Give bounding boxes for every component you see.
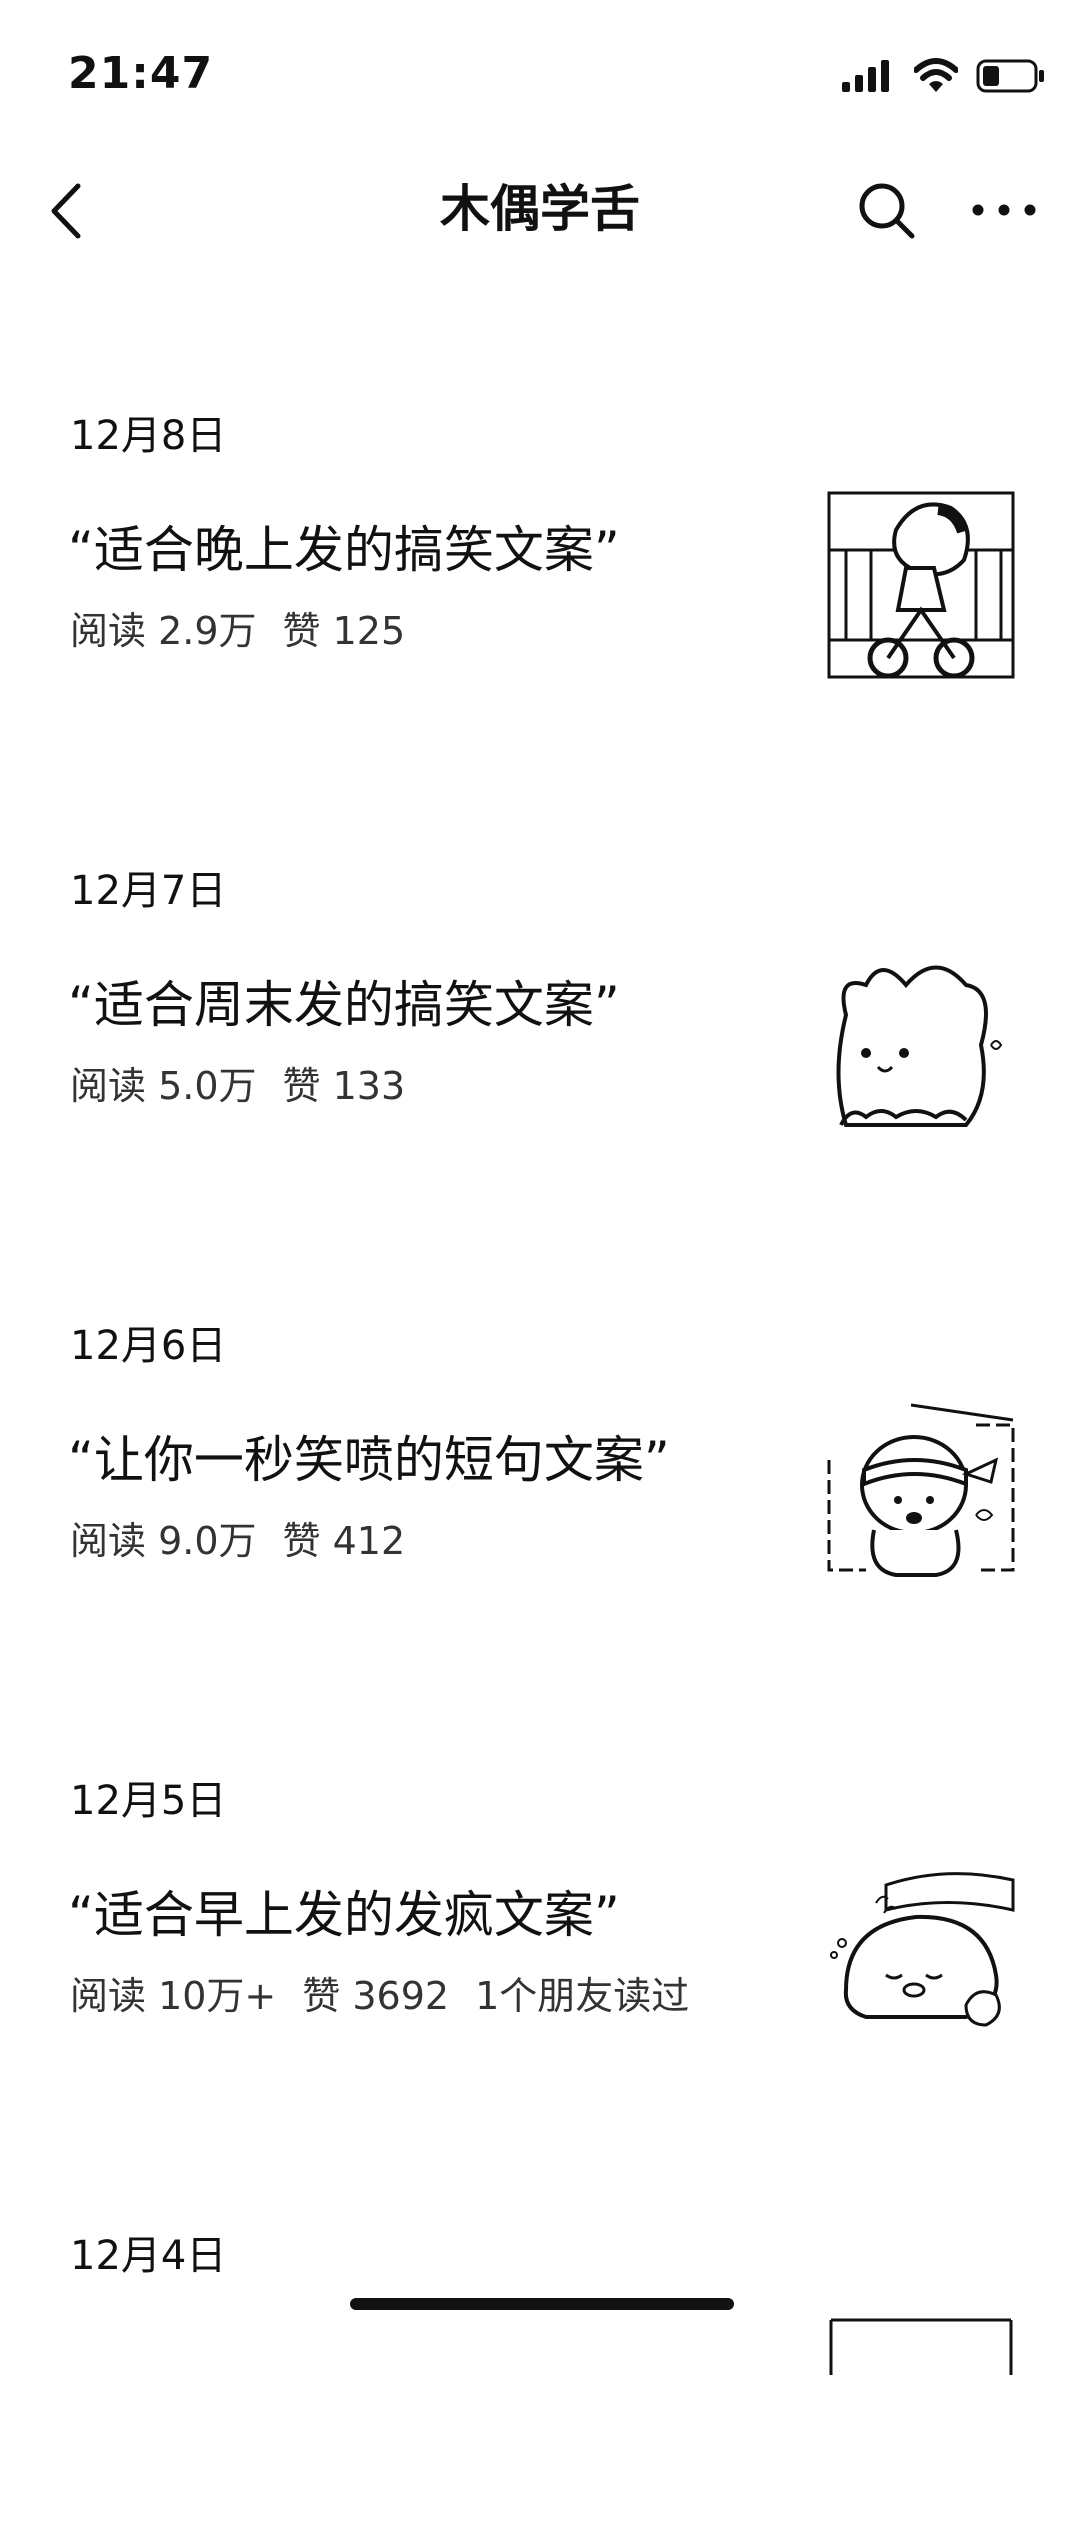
- status-bar: 21:47: [0, 0, 1080, 150]
- read-count: 阅读 5.0万: [70, 1064, 257, 1108]
- article-card[interactable]: “让你一秒笑喷的短句文案” 阅读 9.0万赞 412: [0, 1403, 1080, 1625]
- article-thumbnail: [826, 1855, 1016, 2045]
- search-button[interactable]: [856, 180, 920, 244]
- date-header: 12月7日: [70, 868, 227, 914]
- like-count: 赞 412: [282, 1519, 406, 1563]
- wifi-icon: [914, 58, 958, 92]
- article-group: 12月6日 “让你一秒笑喷的短句文案” 阅读 9.0万赞 412: [0, 1180, 1080, 1635]
- article-title: “适合晚上发的搞笑文案”: [68, 521, 620, 579]
- date-header: 12月8日: [70, 413, 227, 459]
- search-icon: [859, 183, 915, 239]
- boy-on-tricycle-icon: [827, 491, 1015, 679]
- article-card[interactable]: “适合早上发的发疯文案” 阅读 10万+ 赞 3692 1个朋友读过: [0, 1872, 1080, 2080]
- headband-bear-icon: [827, 1403, 1015, 1577]
- article-card[interactable]: “适合晚上发的搞笑文案” 阅读 2.9万赞 125: [0, 491, 1080, 715]
- read-count: 阅读 9.0万: [70, 1519, 257, 1563]
- like-count: 赞 125: [282, 609, 406, 653]
- more-button[interactable]: [964, 190, 1044, 230]
- article-meta: 阅读 10万+ 赞 3692 1个朋友读过: [70, 1970, 715, 2022]
- like-count: 赞 3692: [302, 1974, 450, 2018]
- date-header: 12月6日: [70, 1323, 227, 1369]
- article-group: 12月5日 “适合早上发的发疯文案” 阅读 10万+ 赞 3692 1个朋友读过: [0, 1635, 1080, 2090]
- article-thumbnail: [826, 490, 1016, 680]
- more-icon: [972, 204, 1036, 216]
- date-header: 12月5日: [70, 1778, 227, 1824]
- status-time: 21:47: [68, 48, 214, 99]
- home-indicator[interactable]: [350, 2298, 734, 2310]
- friends-read: 1个朋友读过: [475, 1974, 690, 2018]
- partial-thumbnail: [829, 2318, 1013, 2375]
- article-meta: 阅读 9.0万赞 412: [70, 1515, 431, 1567]
- article-meta: 阅读 5.0万赞 133: [70, 1060, 431, 1112]
- article-title: “适合周末发的搞笑文案”: [68, 976, 620, 1034]
- nav-bar: 木偶学舌: [0, 150, 1080, 270]
- article-title: “适合早上发的发疯文案”: [68, 1886, 620, 1944]
- article-group: 12月4日: [0, 2090, 1080, 2545]
- article-thumbnail: [826, 945, 1016, 1135]
- article-meta: 阅读 2.9万赞 125: [70, 605, 431, 657]
- battery-icon: [976, 59, 1044, 93]
- article-group: 12月7日 “适合周末发的搞笑文案” 阅读 5.0万赞 133: [0, 725, 1080, 1180]
- status-icons: [840, 58, 1046, 94]
- article-title: “让你一秒笑喷的短句文案”: [68, 1431, 670, 1489]
- sleeping-penguin-icon: [830, 1872, 1015, 2027]
- article-card[interactable]: “适合周末发的搞笑文案” 阅读 5.0万赞 133: [0, 965, 1080, 1170]
- signal-icon: [842, 60, 889, 92]
- date-header: 12月4日: [70, 2233, 227, 2279]
- article-thumbnail: [826, 2315, 1016, 2375]
- read-count: 阅读 10万+: [70, 1974, 277, 2018]
- article-group: 12月8日 “适合晚上发的搞笑文案” 阅读 2.9万赞 125: [0, 270, 1080, 725]
- article-thumbnail: [826, 1400, 1016, 1590]
- like-count: 赞 133: [282, 1064, 406, 1108]
- read-count: 阅读 2.9万: [70, 609, 257, 653]
- bunny-icon: [836, 965, 1003, 1127]
- article-card[interactable]: [0, 2318, 1080, 2535]
